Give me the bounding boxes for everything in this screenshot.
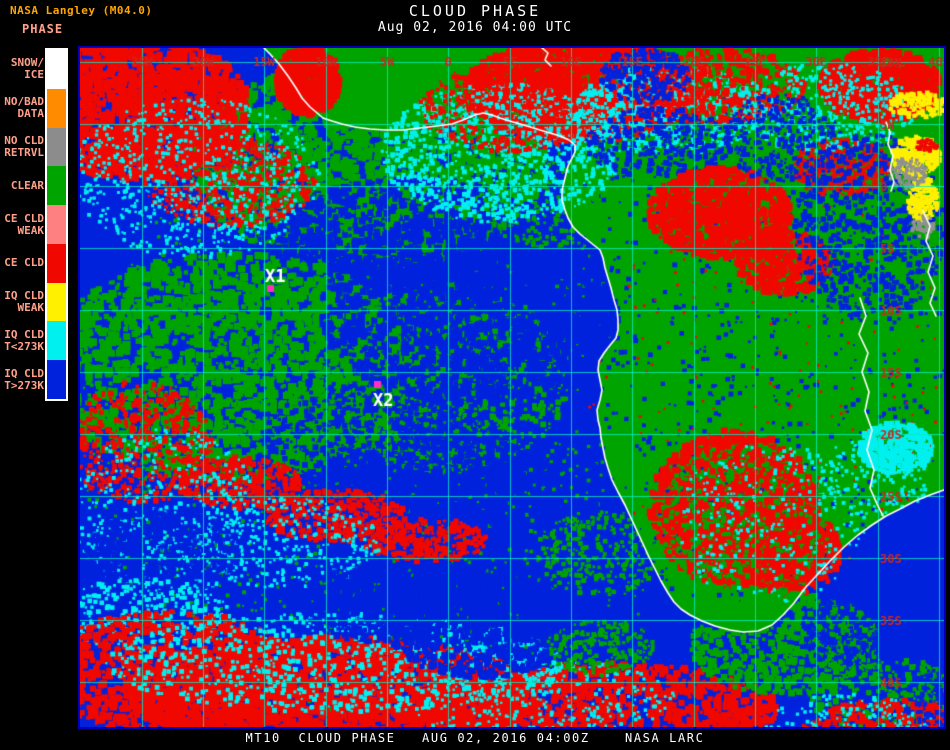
legend-swatch-ice-cld — [47, 243, 66, 283]
footer-status-bar: MT10 CLOUD PHASE AUG 02, 2016 04:00Z NAS… — [245, 731, 705, 745]
legend-label-ice-cld-weak: CE CLD WEAK — [4, 211, 44, 237]
legend-swatch-liq-cld-weak — [47, 282, 66, 322]
legend-label-no-bad-data: NO/BAD DATA — [4, 95, 44, 121]
legend-swatch-no-cld-retrvl — [47, 127, 66, 167]
legend-swatch-clear — [47, 166, 66, 206]
legend-label-ice-cld: CE CLD — [4, 256, 44, 270]
page-title: CLOUD PHASE — [408, 2, 542, 20]
legend-label-liq-cld-cold: IQ CLD T<273K — [4, 327, 44, 353]
legend-items: SNOW/ICE NO/BAD DATA NO CLD RETRVL CLEAR CE CL… — [0, 50, 44, 399]
legend-swatch-no-bad-data — [47, 88, 66, 128]
map-frame — [78, 46, 946, 729]
page-subtitle: Aug 02, 2016 04:00 UTC — [377, 20, 573, 35]
legend-label-clear: CLEAR — [10, 178, 44, 192]
legend-label-snow-ice: SNOW/ICE — [10, 56, 44, 82]
legend-swatches — [45, 48, 68, 401]
legend-label-no-cld-retrvl: NO CLD RETRVL — [4, 133, 44, 159]
legend-swatch-liq-cld-cold — [47, 321, 66, 361]
legend-swatch-ice-cld-weak — [47, 205, 66, 244]
legend-label-liq-cld-weak: IQ CLD WEAK — [4, 289, 44, 315]
legend-swatch-liq-cld-warm — [47, 360, 66, 400]
cloud-phase-map[interactable] — [80, 48, 944, 727]
app-window: NASA Langley (M04.0) PHASE CLOUD PHASE A… — [0, 0, 950, 750]
legend-swatch-snow-ice — [47, 50, 66, 89]
legend-label-liq-cld-warm: IQ CLD T>273K — [4, 366, 44, 392]
